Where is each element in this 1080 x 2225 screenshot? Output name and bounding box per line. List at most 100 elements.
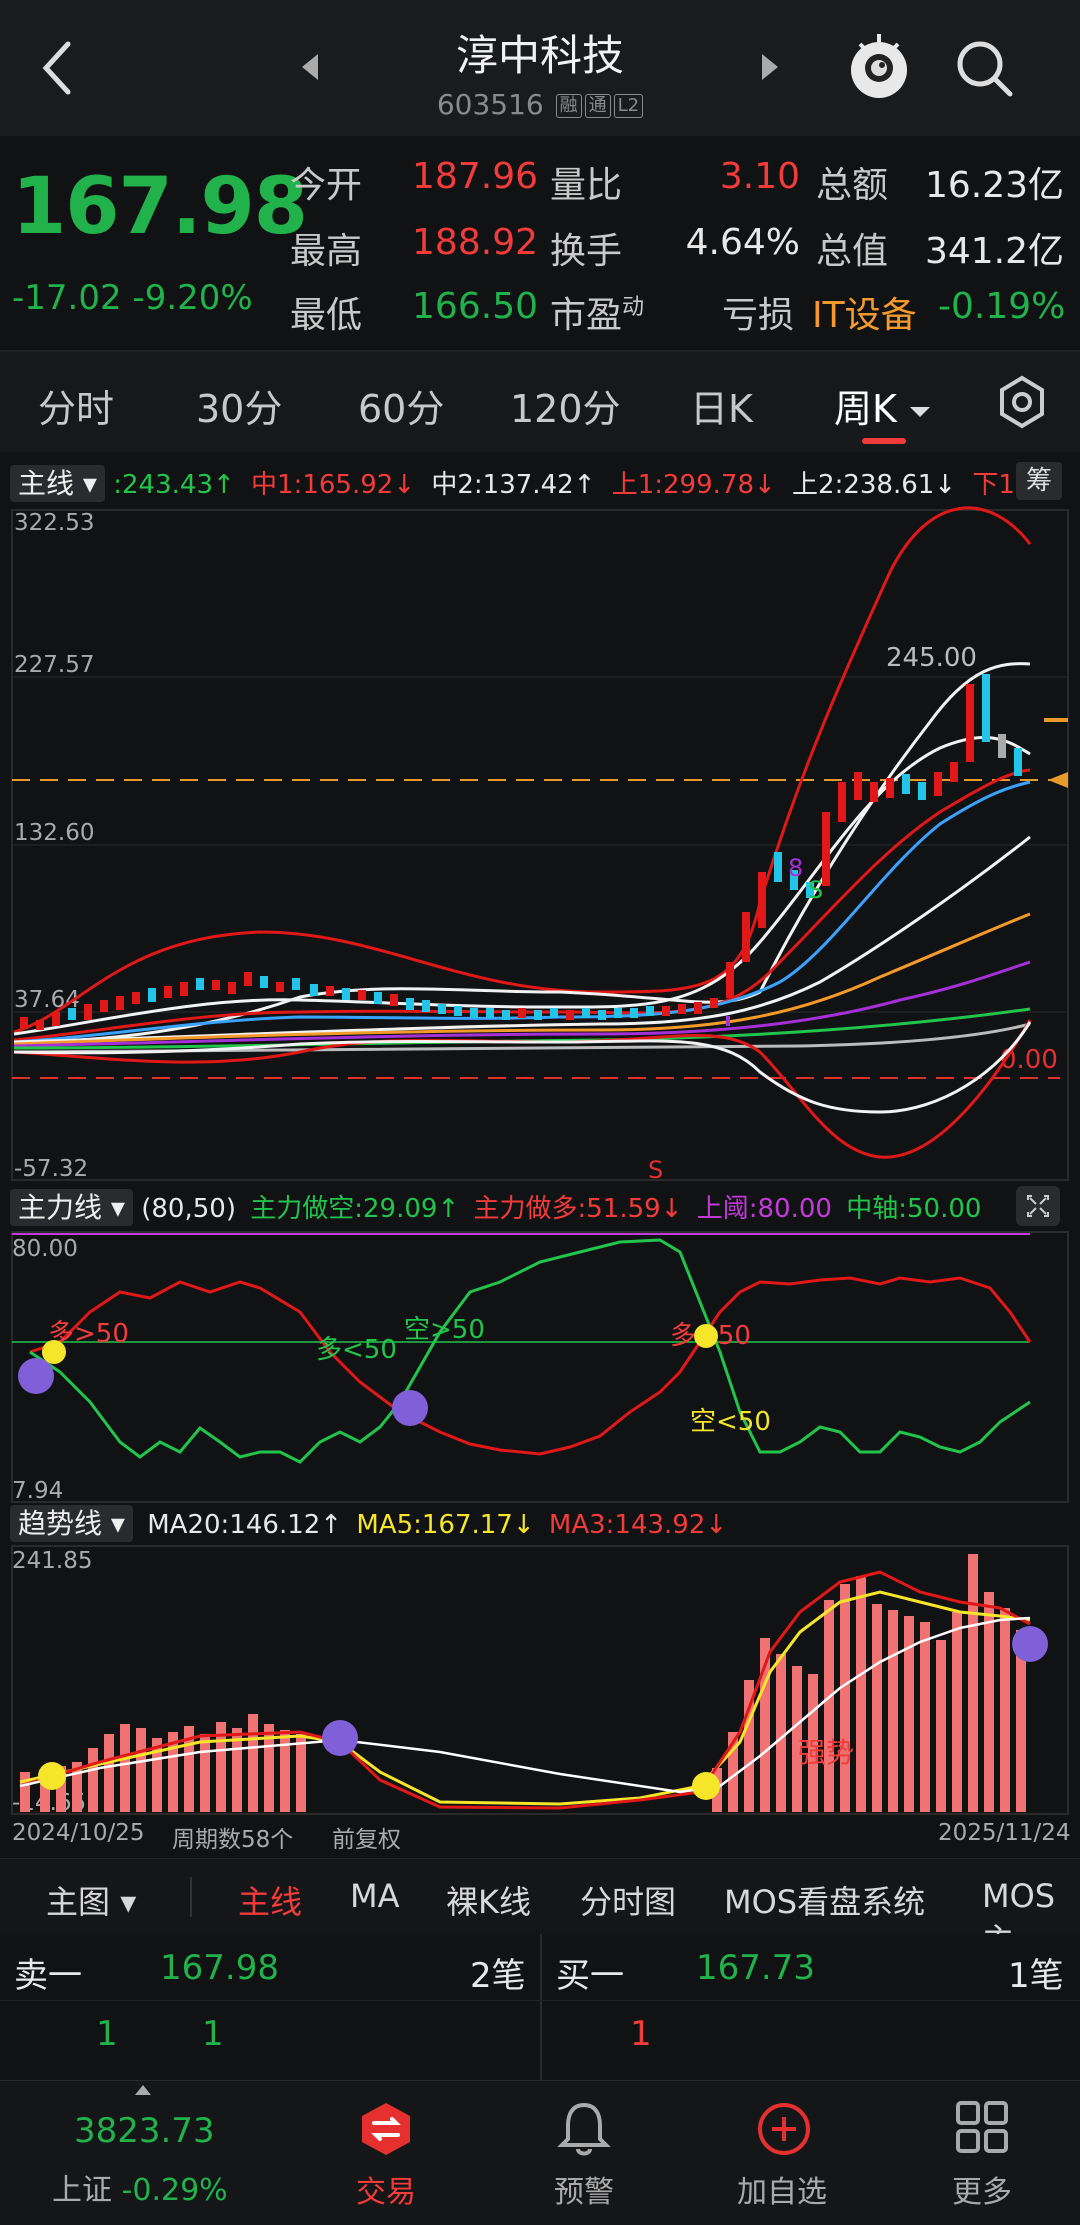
alert-bell-icon[interactable] — [556, 2099, 612, 2159]
tab-intraday[interactable]: 分时 — [38, 378, 114, 433]
stock-code: 603516 — [436, 88, 544, 121]
annotation-short-lt-50: 空<50 — [690, 1407, 771, 1437]
buy1-price: 167.73 — [696, 1948, 815, 1988]
main-chart-dropdown[interactable]: 主图 ▾ — [46, 1877, 136, 1923]
tag-margin: 融 — [555, 94, 582, 118]
end-date: 2025/11/24 — [938, 1820, 1071, 1846]
ind1-selector-label: 主力线 — [18, 1191, 103, 1224]
strong-trend-label: 强势 — [798, 1736, 854, 1769]
nav-alert[interactable]: 预警 — [504, 2167, 664, 2211]
tab-120min[interactable]: 120分 — [510, 378, 621, 433]
expand-icon[interactable] — [1016, 1186, 1060, 1226]
start-date: 2024/10/25 — [12, 1820, 145, 1846]
main-force-short-line — [29, 1238, 1031, 1464]
ind1-params: (80,50) — [141, 1194, 236, 1224]
current-price-arrow — [1048, 772, 1068, 788]
y-label-3: 132.60 — [14, 820, 94, 846]
value-turnover-rate: 4.64% — [685, 222, 800, 263]
sell1-qty-2: 1 — [202, 2014, 224, 2054]
tab-daily[interactable]: 日K — [690, 378, 753, 433]
signal-s-marker: S — [808, 876, 823, 904]
ind1-long: 主力做多:51.59↓ — [473, 1194, 683, 1224]
value-low: 166.50 — [412, 286, 538, 327]
option-intraday-chart[interactable]: 分时图 — [580, 1877, 676, 1923]
industry-change: -0.19% — [938, 286, 1066, 327]
order-book-row-divider — [0, 2000, 1080, 2001]
industry-link[interactable]: IT设备 — [812, 286, 924, 338]
option-ma[interactable]: MA — [350, 1877, 400, 1915]
order-book: 卖一 167.98 2笔 1 1 买一 167.73 1笔 1 — [0, 1934, 1080, 2080]
adjust-mode: 前复权 — [332, 1827, 401, 1853]
nav-add-watchlist[interactable]: 加自选 — [702, 2167, 862, 2211]
main-chart-legend: 主线 ▾ :243.43↑ 中1:165.92↓ 中2:137.42↑ 上1:2… — [10, 462, 1080, 502]
sell1-count: 2笔 — [470, 1956, 526, 1996]
more-grid-icon[interactable] — [954, 2099, 1010, 2155]
option-mos-system[interactable]: MOS看盘系统 — [724, 1877, 925, 1923]
tab-weekly[interactable]: 周K — [834, 378, 931, 433]
pe-superscript: 动 — [622, 295, 645, 320]
legend-value-main: :243.43↑ — [113, 470, 235, 500]
ind2-ma5: MA5:167.17↓ — [356, 1510, 535, 1540]
y-label-min: -57.32 — [14, 1156, 88, 1182]
index-line[interactable]: 上证 -0.29% — [52, 2165, 228, 2209]
settings-icon[interactable] — [996, 374, 1048, 430]
ind2-ma3: MA3:143.92↓ — [548, 1510, 728, 1540]
dropdown-arrow-icon — [910, 406, 931, 417]
change-value: -17.02 — [12, 278, 122, 318]
ind1-upper: 上阈:80.00 — [696, 1194, 832, 1224]
sell1-qty-1: 1 — [96, 2014, 118, 2054]
y-label-max: 322.53 — [14, 510, 94, 536]
divider — [190, 1877, 192, 1917]
order-book-divider — [540, 1934, 542, 2080]
trade-icon[interactable] — [358, 2101, 414, 2157]
legend-mid2: 中2:137.42↑ — [431, 470, 596, 500]
stock-name: 淳中科技 — [455, 31, 624, 80]
buy1-label: 买一 — [556, 1956, 624, 1996]
mascot-icon[interactable] — [846, 30, 912, 104]
indicator2-legend: 趋势线 ▾ MA20:146.12↑ MA5:167.17↓ MA3:143.9… — [10, 1502, 1070, 1542]
quote-panel: 167.98 -17.02 -9.20% 今开 187.96 量比 3.10 总… — [0, 136, 1080, 352]
tag-l2: L2 — [613, 94, 644, 118]
add-watchlist-icon[interactable] — [754, 2099, 814, 2159]
value-market-cap: 341.2亿 — [924, 231, 1064, 272]
mid-line-1 — [13, 768, 1031, 1042]
ind1-y-bottom: 7.94 — [12, 1478, 63, 1504]
sell1-price: 167.98 — [160, 1948, 279, 1988]
tab-weekly-label: 周K — [834, 387, 897, 431]
indicator1-legend: 主力线 ▾ (80,50) 主力做空:29.09↑ 主力做多:51.59↓ 上阈… — [10, 1186, 1030, 1226]
search-icon[interactable] — [952, 36, 1016, 100]
main-indicator-selector[interactable]: 主线 ▾ — [10, 465, 105, 502]
nav-more[interactable]: 更多 — [902, 2167, 1062, 2211]
sell-signal-marker: S — [648, 1156, 663, 1184]
change-percent: -9.20% — [132, 278, 253, 318]
period-count: 周期数58个 — [172, 1827, 294, 1853]
chip-distribution-button[interactable]: 筹 — [1016, 462, 1062, 500]
caret-up-icon — [135, 2085, 151, 2095]
index-name: 上证 — [52, 2173, 112, 2208]
signal-8-marker: 8 — [788, 854, 803, 882]
indicator2-selector[interactable]: 趋势线 ▾ — [10, 1505, 133, 1542]
ma-blue — [13, 780, 1031, 1044]
option-main-line[interactable]: 主线 — [238, 1877, 302, 1923]
chart-area[interactable]: 322.53 227.57 132.60 37.64 -57.32 245.00… — [0, 452, 1080, 1858]
indicator1-selector[interactable]: 主力线 ▾ — [10, 1189, 133, 1226]
annotation-short-gt-50: 空>50 — [404, 1315, 485, 1345]
label-low: 最低 — [290, 295, 363, 336]
next-stock-icon[interactable] — [758, 52, 782, 82]
label-turnover-rate: 换手 — [550, 231, 623, 272]
tab-60min[interactable]: 60分 — [358, 378, 444, 433]
price-change: -17.02 -9.20% — [12, 278, 253, 318]
value-volume-ratio: 3.10 — [719, 156, 800, 197]
main-chart-toolbar: 主图 ▾ 主线 MA 裸K线 分时图 MOS看盘系统 MOS主 — [0, 1858, 1080, 1959]
tab-30min[interactable]: 30分 — [196, 378, 282, 433]
main-dropdown-label: 主图 — [46, 1883, 111, 1921]
nav-trade[interactable]: 交易 — [306, 2167, 466, 2211]
candlesticks — [20, 674, 1022, 1030]
value-open: 187.96 — [412, 156, 538, 197]
ind2-y-top: 241.85 — [12, 1548, 92, 1574]
legend-mid1: 中1:165.92↓ — [251, 470, 416, 500]
option-bare-k[interactable]: 裸K线 — [446, 1877, 531, 1923]
annotation-long-lt-50: 多<50 — [316, 1335, 397, 1365]
index-value[interactable]: 3823.73 — [74, 2111, 215, 2151]
indicator1-frame — [11, 1231, 1069, 1503]
